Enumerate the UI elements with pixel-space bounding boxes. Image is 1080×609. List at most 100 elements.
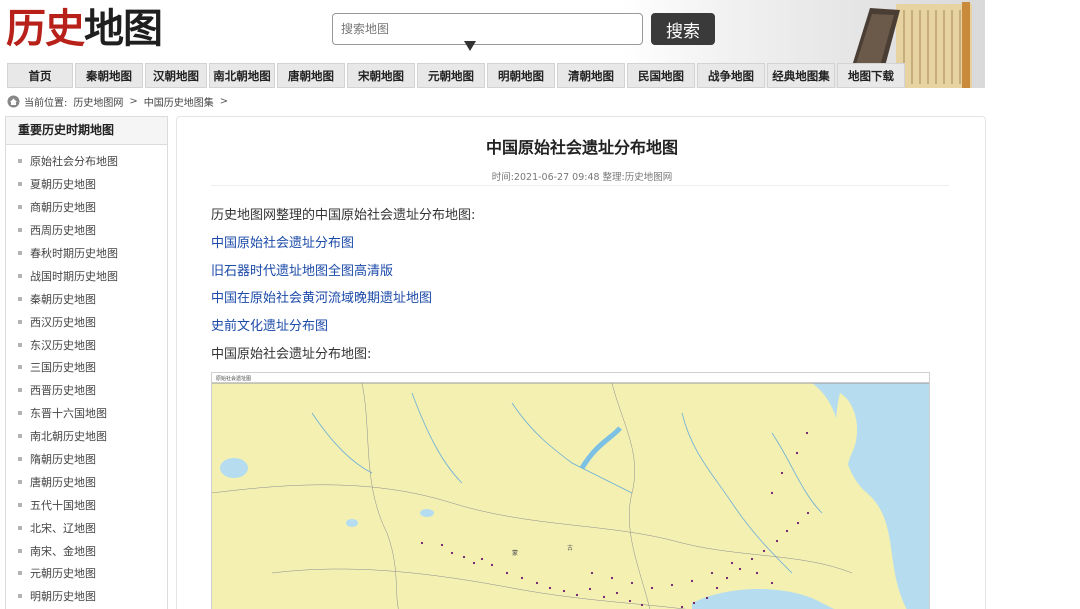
nav-home[interactable]: 首页 xyxy=(7,63,73,88)
map-region-label: 古 xyxy=(567,544,573,552)
search-button[interactable]: 搜索 xyxy=(651,13,715,45)
bullet-icon xyxy=(18,273,22,278)
breadcrumb-separator: > xyxy=(219,95,229,107)
sidebar-item-label: 战国时期历史地图 xyxy=(30,269,118,283)
nav-ming[interactable]: 明朝地图 xyxy=(487,63,555,88)
home-icon xyxy=(7,95,20,107)
sidebar-item-label: 商朝历史地图 xyxy=(30,201,96,215)
map-region-label: 蒙 xyxy=(512,549,518,557)
sidebar-item[interactable]: 南宋、金地图 xyxy=(6,539,167,562)
article-link[interactable]: 旧石器时代遗址地图全图高清版 xyxy=(211,260,393,279)
article-link[interactable]: 中国在原始社会黄河流域晚期遗址地图 xyxy=(211,287,432,306)
nav-tang[interactable]: 唐朝地图 xyxy=(277,63,345,88)
nav-war[interactable]: 战争地图 xyxy=(697,63,765,88)
sidebar-item[interactable]: 秦朝历史地图 xyxy=(6,287,167,310)
site-logo[interactable]: 历史地图 xyxy=(6,4,163,54)
map-header-text: 原始社会遗址图 xyxy=(216,375,251,382)
main-nav: 首页 秦朝地图 汉朝地图 南北朝地图 唐朝地图 宋朝地图 元朝地图 明朝地图 清… xyxy=(7,63,985,88)
breadcrumb-separator: > xyxy=(129,95,138,107)
nav-yuan[interactable]: 元朝地图 xyxy=(417,63,485,88)
sidebar-item-label: 西汉历史地图 xyxy=(30,315,96,329)
breadcrumb-prefix: 当前位置: xyxy=(24,97,68,109)
sidebar-item[interactable]: 春秋时期历史地图 xyxy=(6,242,167,265)
sidebar-item[interactable]: 隋朝历史地图 xyxy=(6,448,167,471)
nav-nanbei[interactable]: 南北朝地图 xyxy=(209,63,275,88)
map-graphic: 原始社会遗址图 蒙 古 xyxy=(212,373,929,609)
sidebar-item[interactable]: 东晋十六国地图 xyxy=(6,402,167,425)
sidebar-item[interactable]: 战国时期历史地图 xyxy=(6,264,167,287)
map-caption: 中国原始社会遗址分布地图: xyxy=(211,347,372,362)
sidebar-item[interactable]: 明朝历史地图 xyxy=(6,585,167,608)
bullet-icon xyxy=(18,479,22,484)
bullet-icon xyxy=(18,457,22,462)
nav-song[interactable]: 宋朝地图 xyxy=(347,63,415,88)
bullet-icon xyxy=(18,228,22,233)
sidebar-item-label: 五代十国地图 xyxy=(30,498,96,512)
article-meta: 时间:2021-06-27 09:48 整理:历史地图网 xyxy=(491,172,673,183)
bullet-icon xyxy=(18,502,22,507)
bullet-icon xyxy=(18,365,22,370)
bullet-icon xyxy=(18,594,22,599)
sidebar-item[interactable]: 西汉历史地图 xyxy=(6,310,167,333)
sidebar-item-label: 唐朝历史地图 xyxy=(30,475,96,489)
sidebar-item[interactable]: 夏朝历史地图 xyxy=(6,173,167,196)
bullet-icon xyxy=(18,319,22,324)
bullet-icon xyxy=(18,525,22,530)
bullet-icon xyxy=(18,388,22,393)
sidebar-item[interactable]: 三国历史地图 xyxy=(6,356,167,379)
sidebar-item-label: 南北朝历史地图 xyxy=(30,430,107,444)
sidebar-item-label: 东汉历史地图 xyxy=(30,338,96,352)
bullet-icon xyxy=(18,159,22,164)
breadcrumb-category-link[interactable]: 中国历史地图集 xyxy=(144,94,214,109)
sidebar-item-label: 东晋十六国地图 xyxy=(30,407,107,421)
search-input[interactable] xyxy=(332,13,643,45)
sidebar-item-label: 西周历史地图 xyxy=(30,224,96,238)
sidebar-item[interactable]: 元朝历史地图 xyxy=(6,562,167,585)
bullet-icon xyxy=(18,342,22,347)
sidebar-item-label: 南宋、金地图 xyxy=(30,544,96,558)
bullet-icon xyxy=(18,251,22,255)
sidebar-item-label: 原始社会分布地图 xyxy=(30,155,118,169)
nav-download[interactable]: 地图下载 xyxy=(837,63,905,88)
bullet-icon xyxy=(18,434,22,439)
sidebar: 重要历史时期地图 原始社会分布地图 夏朝历史地图 商朝历史地图 西周历史地图 春… xyxy=(5,116,168,609)
logo-text-part2: 地图 xyxy=(84,5,163,52)
sidebar-item[interactable]: 北宋、辽地图 xyxy=(6,516,167,539)
sidebar-item[interactable]: 商朝历史地图 xyxy=(6,196,167,219)
sidebar-item[interactable]: 东汉历史地图 xyxy=(6,333,167,356)
sidebar-item-label: 明朝历史地图 xyxy=(30,590,96,604)
article-panel: 中国原始社会遗址分布地图 时间:2021-06-27 09:48 整理:历史地图… xyxy=(176,116,986,609)
nav-qing[interactable]: 清朝地图 xyxy=(557,63,625,88)
nav-qin[interactable]: 秦朝地图 xyxy=(75,63,143,88)
bullet-icon xyxy=(18,182,22,187)
nav-han[interactable]: 汉朝地图 xyxy=(145,63,207,88)
sidebar-item[interactable]: 唐朝历史地图 xyxy=(6,470,167,493)
sidebar-item[interactable]: 南北朝历史地图 xyxy=(6,425,167,448)
article-link[interactable]: 中国原始社会遗址分布图 xyxy=(211,232,354,251)
bullet-icon xyxy=(18,571,22,576)
sidebar-item-label: 春秋时期历史地图 xyxy=(30,247,118,260)
nav-minguo[interactable]: 民国地图 xyxy=(627,63,695,88)
breadcrumb-home-link[interactable]: 历史地图网 xyxy=(73,94,123,109)
sidebar-item-label: 西晋历史地图 xyxy=(30,384,96,398)
sidebar-item-label: 元朝历史地图 xyxy=(30,567,96,581)
sidebar-item-label: 秦朝历史地图 xyxy=(30,292,96,306)
sidebar-item[interactable]: 原始社会分布地图 xyxy=(6,150,167,173)
bullet-icon xyxy=(18,411,22,416)
sidebar-item[interactable]: 西晋历史地图 xyxy=(6,379,167,402)
sidebar-title: 重要历史时期地图 xyxy=(6,117,167,145)
logo-text-part1: 历史 xyxy=(6,5,85,52)
bullet-icon xyxy=(18,548,22,553)
nav-classic[interactable]: 经典地图集 xyxy=(767,63,835,88)
article-link[interactable]: 史前文化遗址分布图 xyxy=(211,315,328,334)
sidebar-item-label: 三国历史地图 xyxy=(30,361,96,375)
breadcrumb: 当前位置: 历史地图网 > 中国历史地图集 > xyxy=(7,94,234,109)
sidebar-item-label: 夏朝历史地图 xyxy=(30,178,96,192)
sidebar-item[interactable]: 西周历史地图 xyxy=(6,219,167,242)
sidebar-item[interactable]: 五代十国地图 xyxy=(6,493,167,516)
historical-map-image[interactable]: 原始社会遗址图 蒙 古 xyxy=(211,372,930,609)
article-intro: 历史地图网整理的中国原始社会遗址分布地图: xyxy=(211,208,476,223)
sidebar-list: 原始社会分布地图 夏朝历史地图 商朝历史地图 西周历史地图 春秋时期历史地图 战… xyxy=(6,145,167,608)
sidebar-item-label: 隋朝历史地图 xyxy=(30,453,96,467)
bullet-icon xyxy=(18,205,22,210)
